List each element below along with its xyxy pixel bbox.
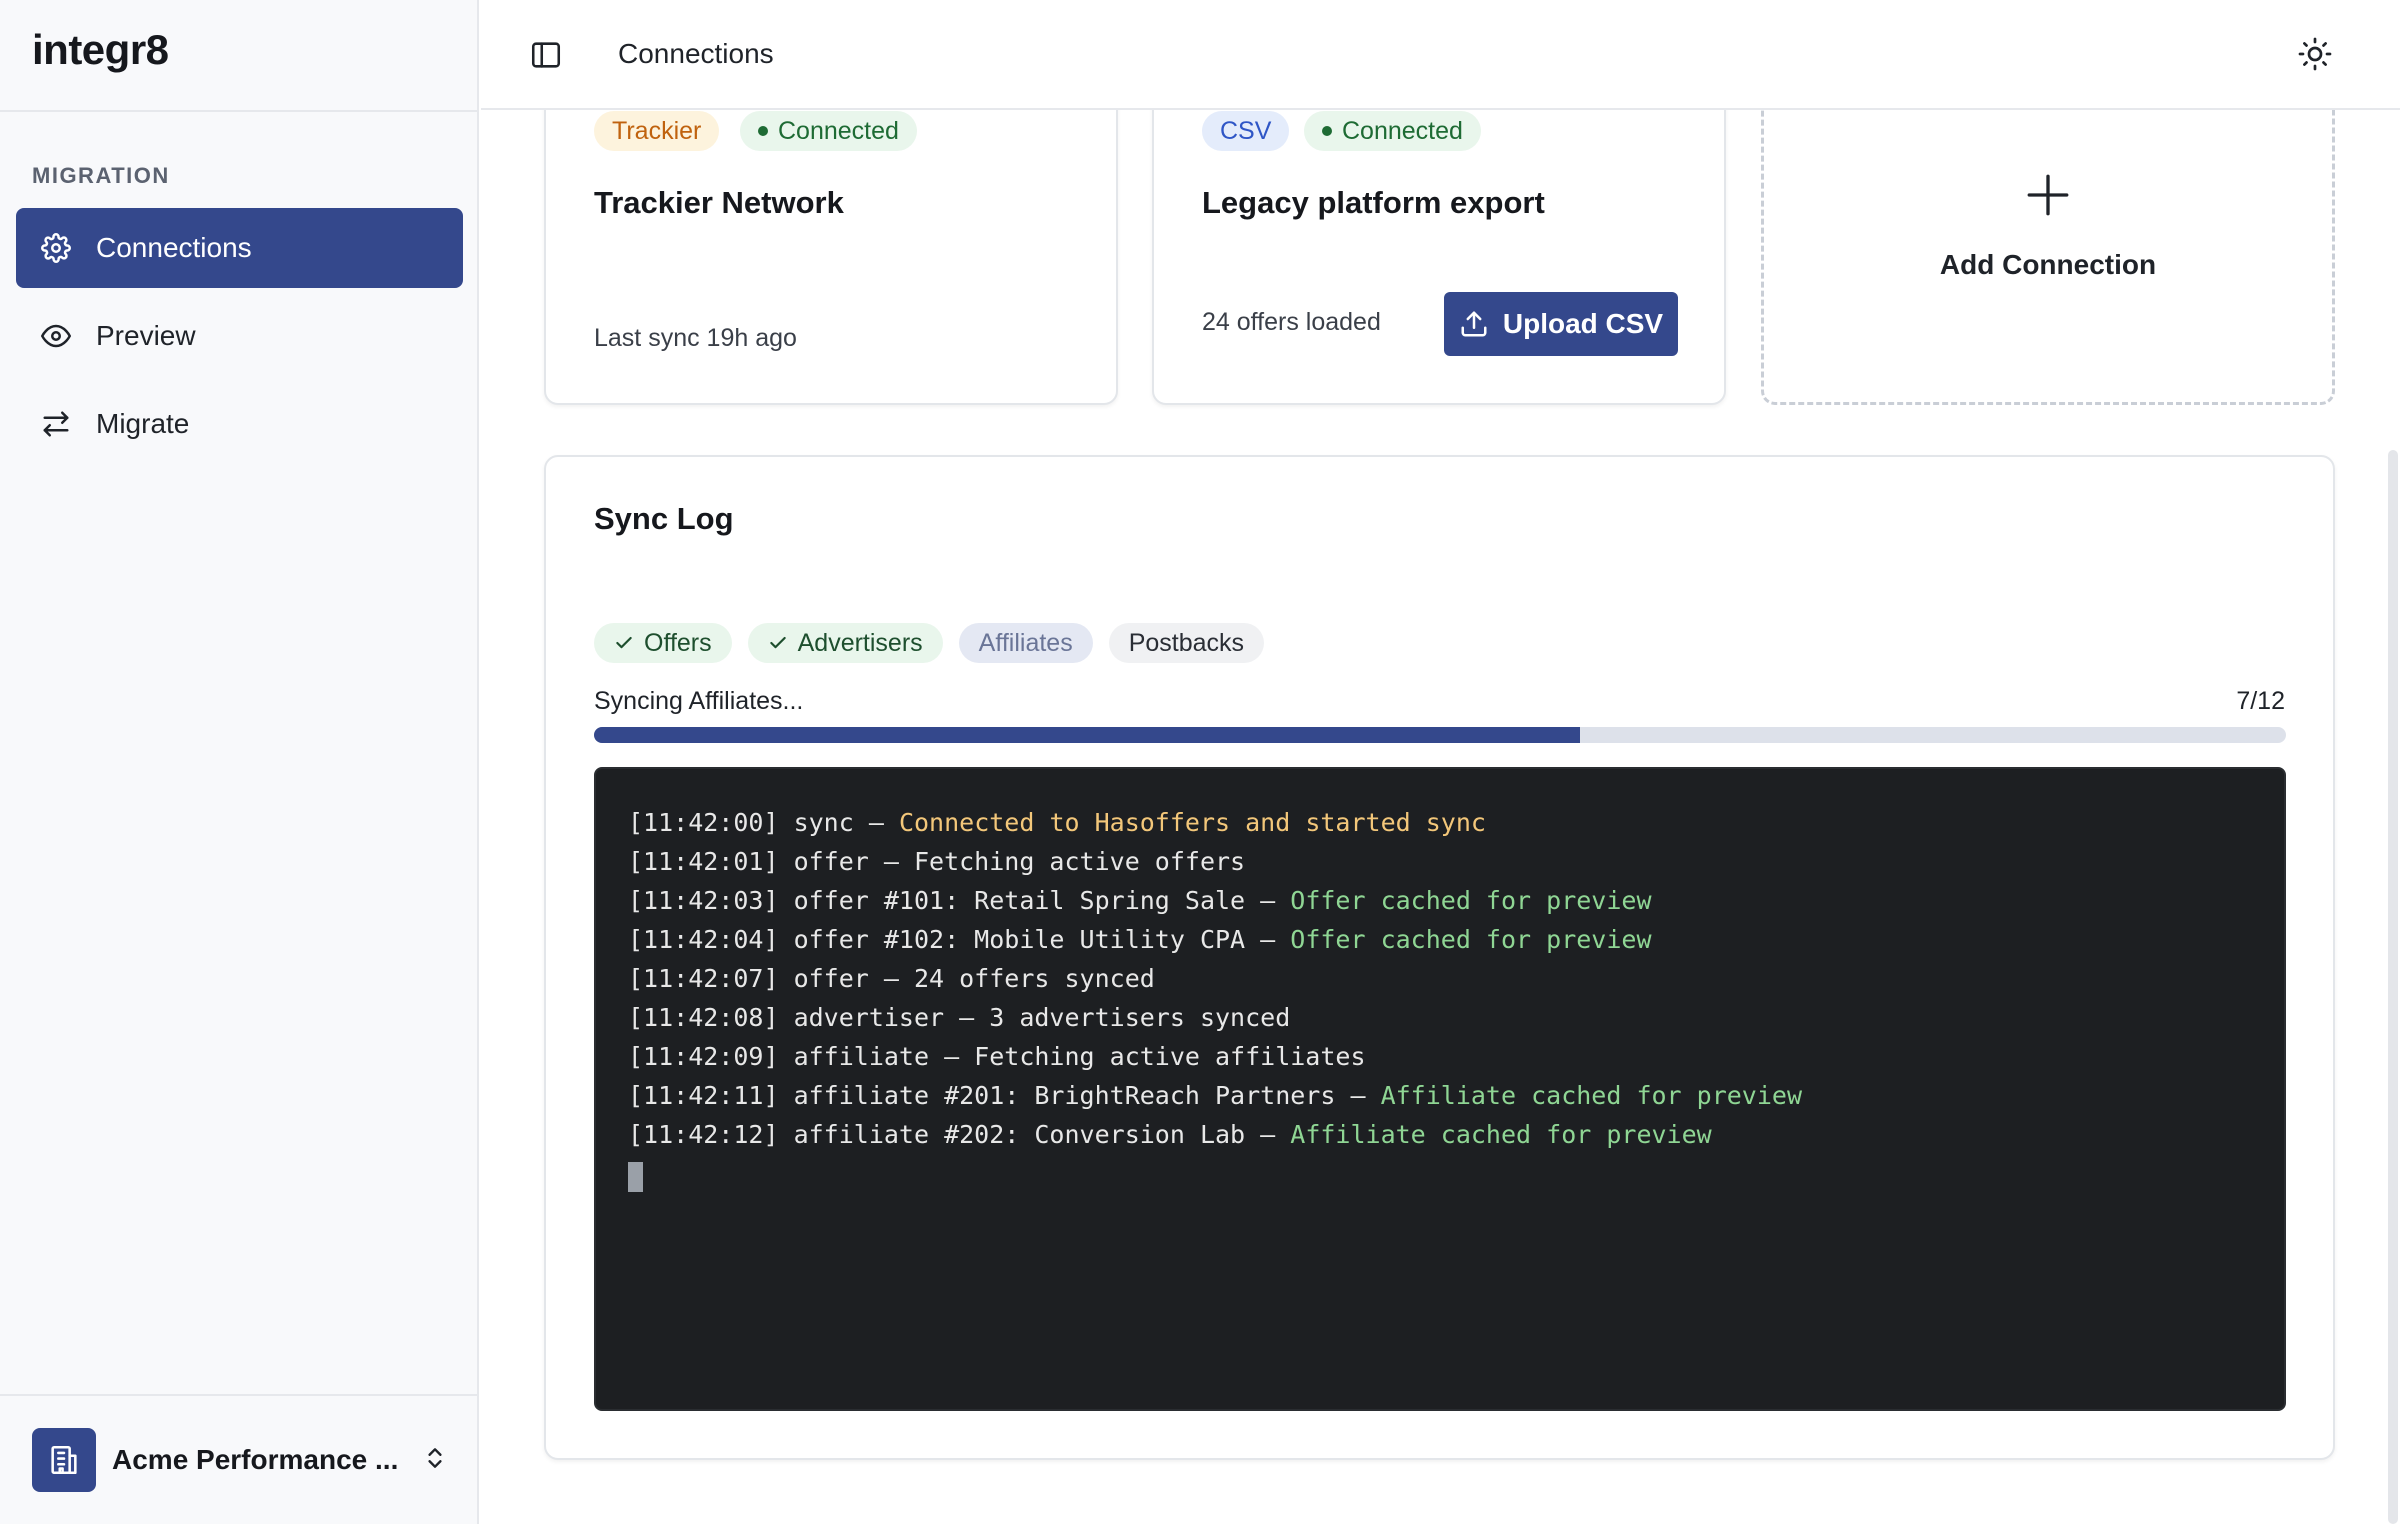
sidebar-item-connections[interactable]: Connections (16, 208, 463, 288)
add-connection-label: Add Connection (1939, 249, 2157, 280)
chip-label: Advertisers (797, 628, 923, 657)
eye-icon (40, 320, 72, 352)
sync-log-console[interactable]: [11:42:00] sync — Connected to Hasoffers… (594, 767, 2286, 1411)
progress-count: 7/12 (2236, 687, 2285, 715)
workspace-name: Acme Performance ... (112, 1444, 399, 1475)
log-line: [11:42:04] offer #102: Mobile Utility CP… (628, 920, 2252, 959)
connection-title: Legacy platform export (1202, 185, 1545, 220)
log-line-prefix: [11:42:03] offer #101: Retail Spring Sal… (628, 886, 1291, 915)
progress-label: Syncing Affiliates... (594, 687, 804, 715)
sidebar: integr8 MIGRATION Connections Preview Mi… (0, 0, 479, 1524)
log-line-prefix: [11:42:12] affiliate #202: Conversion La… (628, 1120, 1291, 1149)
sidebar-toggle-icon[interactable] (529, 38, 563, 72)
building-icon (32, 1428, 96, 1492)
log-line-message: Affiliate cached for preview (1290, 1120, 1712, 1149)
log-line: [11:42:00] sync — Connected to Hasoffers… (628, 803, 2252, 842)
sidebar-item-preview[interactable]: Preview (16, 296, 463, 376)
log-line-prefix: [11:42:09] affiliate — Fetching active a… (628, 1042, 1366, 1071)
progress-fill (594, 727, 1581, 743)
log-line: [11:42:12] affiliate #202: Conversion La… (628, 1115, 2252, 1154)
arrows-swap-icon (40, 408, 72, 440)
sync-stage-chips: Offers Advertisers Affiliates Postbacks (594, 623, 1265, 663)
log-line: [11:42:08] advertiser — 3 advertisers sy… (628, 998, 2252, 1037)
log-line-prefix: [11:42:07] offer — 24 offers synced (628, 964, 1155, 993)
sidebar-item-migrate[interactable]: Migrate (16, 384, 463, 464)
progress-bar (594, 727, 2286, 743)
log-line: [11:42:11] affiliate #201: BrightReach P… (628, 1076, 2252, 1115)
upload-icon (1461, 311, 1487, 337)
chip-offers[interactable]: Offers (594, 623, 732, 663)
chip-advertisers[interactable]: Advertisers (747, 623, 943, 663)
chip-affiliates[interactable]: Affiliates (958, 623, 1093, 663)
status-label: Connected (1342, 116, 1463, 145)
terminal-cursor (628, 1162, 643, 1192)
type-badge: Trackier (594, 111, 720, 151)
plus-icon (2023, 170, 2073, 225)
section-label: MIGRATION (32, 163, 170, 188)
log-line-message: Affiliate cached for preview (1380, 1081, 1803, 1110)
upload-csv-label: Upload CSV (1502, 308, 1664, 339)
divider (0, 1394, 479, 1396)
check-icon (769, 636, 786, 649)
page-title: Connections (618, 38, 774, 69)
chevron-up-down-icon (422, 1443, 448, 1478)
chip-label: Offers (644, 628, 712, 657)
log-line-prefix: [11:42:08] advertiser — 3 advertisers sy… (628, 1003, 1291, 1032)
status-dot-icon (758, 126, 768, 136)
chip-postbacks[interactable]: Postbacks (1108, 623, 1265, 663)
log-line-prefix: [11:42:01] offer — Fetching active offer… (628, 847, 1246, 876)
chip-label: Postbacks (1128, 628, 1245, 657)
status-label: Connected (778, 116, 899, 145)
log-line: [11:42:09] affiliate — Fetching active a… (628, 1037, 2252, 1076)
log-line: [11:42:07] offer — 24 offers synced (628, 959, 2252, 998)
status-dot-icon (1322, 126, 1332, 136)
add-connection-card[interactable]: Add Connection (1761, 60, 2335, 405)
upload-csv-button[interactable]: Upload CSV (1444, 292, 1678, 356)
status-badge: Connected (740, 111, 917, 151)
last-sync-text: Last sync 19h ago (594, 324, 797, 352)
gear-icon (40, 232, 72, 264)
divider (0, 110, 479, 112)
log-line: [11:42:03] offer #101: Retail Spring Sal… (628, 881, 2252, 920)
log-line-message: Connected to Hasoffers and started sync (898, 808, 1486, 837)
log-line: [11:42:01] offer — Fetching active offer… (628, 842, 2252, 881)
chip-label: Affiliates (978, 628, 1073, 657)
log-line-message: Offer cached for preview (1290, 886, 1652, 915)
sidebar-item-label: Preview (96, 320, 196, 351)
scrollbar-thumb[interactable] (2388, 450, 2398, 1524)
top-bar: Connections (481, 0, 2400, 110)
sync-log-title: Sync Log (594, 501, 734, 536)
sync-log-card: Sync Log Offers Advertisers Affiliates P… (544, 455, 2335, 1460)
workspace-switcher[interactable]: Acme Performance ... (32, 1428, 452, 1492)
status-badge: Connected (1304, 111, 1481, 151)
log-line-message: Offer cached for preview (1290, 925, 1652, 954)
sun-icon[interactable] (2297, 36, 2335, 74)
type-badge: CSV (1202, 111, 1290, 151)
connection-title: Trackier Network (594, 185, 844, 220)
sidebar-item-label: Connections (96, 232, 252, 263)
log-line-prefix: [11:42:00] sync — (628, 808, 899, 837)
check-icon (616, 636, 632, 649)
app-logo[interactable]: integr8 (32, 26, 169, 74)
sidebar-item-label: Migrate (96, 408, 190, 439)
log-line (628, 1154, 2252, 1193)
offers-loaded-text: 24 offers loaded (1202, 308, 1381, 336)
log-line-prefix: [11:42:04] offer #102: Mobile Utility CP… (628, 925, 1291, 954)
log-line-prefix: [11:42:11] affiliate #201: BrightReach P… (628, 1081, 1381, 1110)
